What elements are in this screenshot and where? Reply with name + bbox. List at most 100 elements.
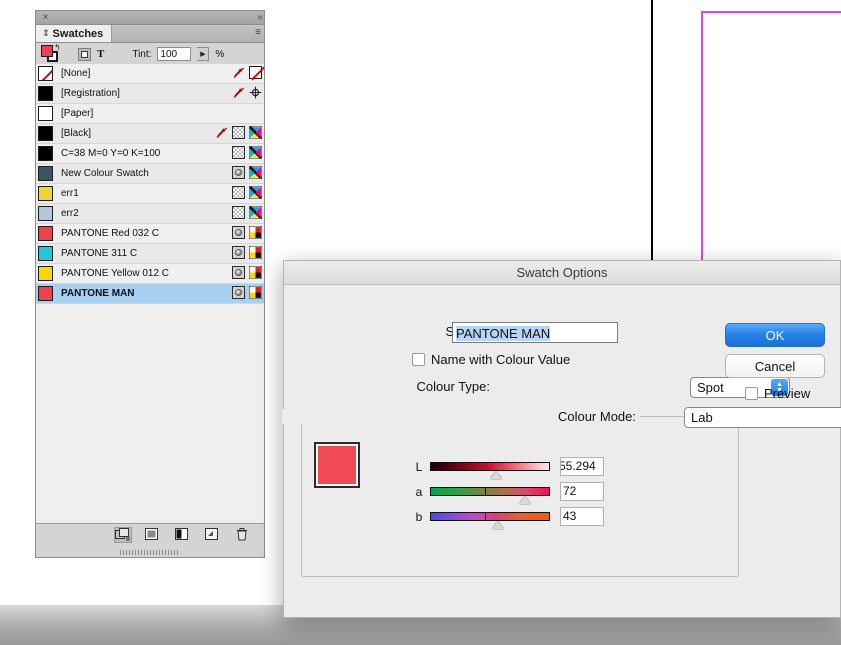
swatch-row[interactable]: [None] (36, 64, 264, 84)
process-colour-icon (248, 245, 263, 260)
tab-grip-icon: ⇕ (42, 28, 50, 38)
swatch-colour-chip[interactable] (38, 146, 53, 161)
swatches-footer-buttons (36, 524, 264, 546)
new-colour-group-button[interactable] (144, 527, 162, 543)
cmyk-process-icon (248, 125, 263, 140)
swatch-row-icons (232, 205, 263, 220)
cmyk-process-icon (248, 145, 263, 160)
spot-colour-icon (232, 246, 245, 259)
preview-row[interactable]: Preview (745, 386, 810, 401)
panel-menu-icon[interactable]: ≡ (255, 27, 261, 39)
swatch-row-icons (232, 185, 263, 200)
tab-swatches[interactable]: ⇕ Swatches (36, 25, 113, 42)
tab-swatches-label: Swatches (52, 27, 104, 40)
dialog-title-bar[interactable]: Swatch Options (284, 261, 840, 285)
new-tint-swatch-button[interactable] (174, 527, 192, 543)
swatch-name-input[interactable]: PANTONE MAN (452, 322, 618, 343)
swatch-colour-chip[interactable] (38, 266, 53, 281)
name-with-colour-value-checkbox[interactable] (412, 353, 425, 366)
swatch-row[interactable]: [Registration] (36, 84, 264, 104)
preview-checkbox[interactable] (745, 387, 758, 400)
swap-fill-stroke-icon[interactable]: ↰ (54, 44, 61, 52)
non-printing-icon (215, 126, 228, 139)
swatch-row[interactable]: PANTONE Red 032 C (36, 224, 264, 244)
swatch-colour-chip[interactable] (38, 166, 53, 181)
close-icon[interactable]: × (40, 12, 51, 23)
formatting-affects-text-icon[interactable]: T (97, 48, 104, 61)
swatch-row[interactable]: err1 (36, 184, 264, 204)
swatch-row[interactable]: PANTONE Yellow 012 C (36, 264, 264, 284)
lab-slider-row: b 43 (412, 507, 604, 529)
bleed-guide-horizontal (701, 11, 841, 13)
lab-colour-mode-icon (232, 186, 245, 199)
lab-slider-thumb[interactable] (489, 471, 502, 479)
swatch-colour-chip[interactable] (38, 206, 53, 221)
lab-slider-track[interactable] (430, 462, 550, 479)
swatch-name-label: [None] (61, 68, 91, 79)
swatch-row[interactable]: PANTONE 311 C (36, 244, 264, 264)
non-printing-icon (232, 86, 245, 99)
swatch-row-icons (232, 66, 262, 79)
lab-slider-thumb[interactable] (519, 496, 532, 504)
swatch-name-label: PANTONE Red 032 C (61, 228, 160, 239)
ok-button[interactable]: OK (725, 323, 825, 347)
fill-proxy-icon[interactable] (41, 45, 53, 57)
swatch-colour-chip[interactable] (38, 286, 53, 301)
lab-slider-row: a 72 (412, 482, 604, 504)
new-swatch-button[interactable] (204, 527, 222, 543)
swatch-name-label: C=38 M=0 Y=0 K=100 (61, 148, 161, 159)
lab-value-input[interactable]: 43 (560, 507, 604, 526)
lab-value-input[interactable]: 72 (560, 482, 604, 501)
lab-slider-track[interactable] (430, 512, 550, 529)
lab-slider-label: a (415, 484, 423, 499)
formatting-affects-container-icon[interactable] (78, 47, 91, 61)
swatch-colour-chip[interactable] (38, 86, 53, 101)
lab-slider-track[interactable] (430, 487, 550, 504)
swatch-row[interactable]: New Colour Swatch (36, 164, 264, 184)
cmyk-process-icon (248, 205, 263, 220)
swatches-panel: × « ⇕ Swatches ≡ ↰ T Tint: 100 ▶ % [None… (35, 10, 265, 558)
delete-swatch-button[interactable] (234, 527, 252, 543)
swatch-name-label: [Black] (61, 128, 92, 139)
tint-input[interactable]: 100 (157, 47, 192, 61)
panel-resize-grip[interactable] (36, 549, 264, 556)
swatch-colour-chip[interactable] (38, 186, 53, 201)
swatch-row[interactable]: [Paper] (36, 104, 264, 124)
swatch-row-icons (232, 285, 263, 300)
collapse-panel-icon[interactable]: « (257, 11, 262, 24)
swatch-row-icons (232, 145, 263, 160)
swatch-colour-chip[interactable] (38, 66, 53, 81)
lab-slider-tick (485, 512, 487, 521)
lab-slider-label: b (415, 509, 423, 524)
name-with-colour-value-row[interactable]: Name with Colour Value (412, 352, 570, 367)
panel-tab-bar: ⇕ Swatches ≡ (36, 25, 264, 43)
swatch-row[interactable]: [Black] (36, 124, 264, 144)
lab-slider-row: L 55.294 (412, 457, 604, 479)
lab-slider-tick (485, 487, 487, 496)
lab-slider-thumb[interactable] (492, 521, 505, 529)
lab-value-input[interactable]: 55.294 (560, 457, 604, 476)
tint-stepper-icon[interactable]: ▶ (197, 47, 210, 61)
panel-drag-bar[interactable]: × « (36, 11, 264, 25)
colour-mode-select[interactable]: Lab ▲▼ (684, 407, 841, 428)
swatch-colour-chip[interactable] (38, 126, 53, 141)
swatch-options-dialog: Swatch Options Swatch Name: PANTONE MAN … (282, 260, 841, 619)
swatch-colour-chip[interactable] (38, 106, 53, 121)
tint-label: Tint: (132, 48, 152, 60)
name-with-colour-value-label: Name with Colour Value (431, 352, 571, 367)
swatch-name-label: err1 (61, 188, 79, 199)
swatch-colour-chip[interactable] (38, 226, 53, 241)
swatch-name-label: err2 (61, 208, 79, 219)
cancel-button[interactable]: Cancel (725, 354, 825, 378)
dialog-body: Swatch Name: PANTONE MAN Name with Colou… (282, 285, 841, 619)
registration-target-icon (249, 86, 262, 99)
swatches-toolbar: ↰ T Tint: 100 ▶ % (36, 43, 264, 66)
colour-mode-label: Colour Mode: (282, 409, 640, 424)
swatch-row[interactable]: C=38 M=0 Y=0 K=100 (36, 144, 264, 164)
swatch-row[interactable]: err2 (36, 204, 264, 224)
swatch-colour-chip[interactable] (38, 246, 53, 261)
swatch-list[interactable]: [None] [Registration] [Paper] [Black] C=38 M… (36, 64, 264, 524)
fill-stroke-proxy[interactable]: ↰ (40, 44, 62, 63)
swatch-row[interactable]: PANTONE MAN (36, 284, 264, 304)
show-swatch-groups-button[interactable] (114, 527, 132, 543)
